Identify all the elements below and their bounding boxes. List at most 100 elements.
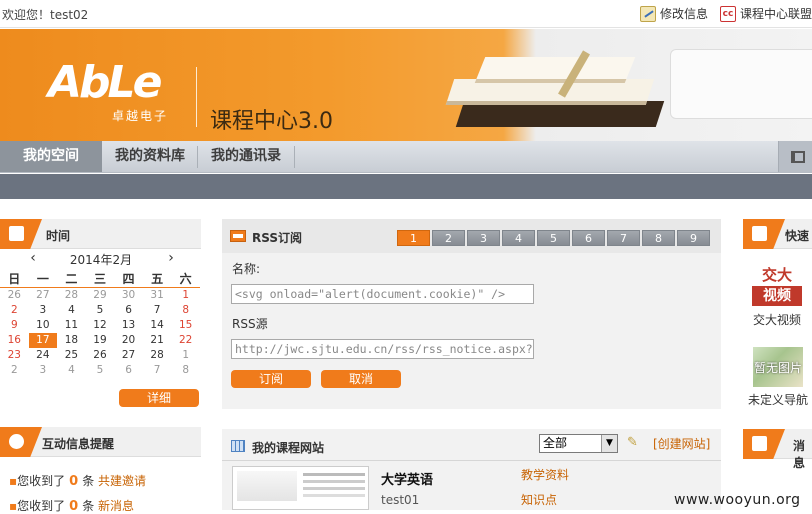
calendar-day[interactable]: 7 (143, 363, 172, 378)
interact-panel-title: 互动信息提醒 (42, 437, 115, 451)
site-filter-select[interactable]: 全部 ▼ (539, 434, 618, 453)
name-input[interactable]: <svg onload="alert(document.cookie)" /> (231, 284, 534, 304)
course-thumbnail[interactable] (232, 466, 369, 510)
sjtu-video-logo[interactable]: 交大 视频 (752, 266, 802, 306)
banner-divider (196, 67, 197, 127)
calendar-day[interactable]: 11 (57, 318, 86, 333)
calendar-day[interactable]: 26 (0, 288, 29, 303)
calendar-day[interactable]: 27 (114, 348, 143, 363)
grid-icon (231, 440, 245, 452)
rss-page-button[interactable]: 8 (642, 230, 675, 246)
calendar-day[interactable]: 30 (114, 288, 143, 303)
calendar-day[interactable]: 31 (143, 288, 172, 303)
calendar-day[interactable]: 13 (114, 318, 143, 333)
weekday-header: 日 (0, 270, 29, 288)
calendar-day[interactable]: 23 (0, 348, 29, 363)
rss-page-button[interactable]: 5 (537, 230, 570, 246)
tab-my-space[interactable]: 我的空间 (0, 141, 102, 172)
rss-page-button[interactable]: 3 (467, 230, 500, 246)
calendar-day[interactable]: 16 (0, 333, 29, 348)
calendar-day[interactable]: 21 (143, 333, 172, 348)
list-icon[interactable] (778, 141, 812, 172)
alliance-link[interactable]: 课程中心联盟 (740, 5, 812, 22)
rss-page-button[interactable]: 2 (432, 230, 465, 246)
source-input[interactable]: http://jwc.sjtu.edu.cn/rss/rss_notice.as… (231, 339, 534, 359)
calendar-day[interactable]: 1 (171, 288, 200, 303)
rss-page-button[interactable]: 7 (607, 230, 640, 246)
calendar-day[interactable]: 4 (57, 363, 86, 378)
rss-header: RSS订阅 123456789 (222, 219, 721, 253)
sjtu-video-link[interactable]: 交大视频 (753, 311, 801, 328)
weekday-header: 一 (28, 270, 58, 288)
magic-wand-icon: ✎ (627, 435, 638, 450)
rss-page-button[interactable]: 6 (572, 230, 605, 246)
calendar-day[interactable]: 2 (0, 303, 29, 318)
calendar-day[interactable]: 20 (114, 333, 143, 348)
cancel-button[interactable]: 取消 (321, 370, 401, 388)
calendar-icon (0, 219, 42, 249)
tab-my-contacts[interactable]: 我的通讯录 (199, 141, 293, 172)
calendar-day[interactable]: 18 (57, 333, 86, 348)
calendar-day[interactable]: 8 (171, 303, 200, 318)
rss-page-button[interactable]: 4 (502, 230, 535, 246)
invite-link[interactable]: 共建邀请 (98, 474, 146, 488)
subscribe-button[interactable]: 订阅 (231, 370, 311, 388)
no-image-placeholder[interactable]: 暂无图片 (753, 347, 803, 387)
undefined-nav-link[interactable]: 未定义导航 (748, 391, 808, 408)
laptop-illustration (670, 49, 812, 119)
calendar-day[interactable]: 29 (86, 288, 115, 303)
calendar-day[interactable]: 25 (57, 348, 86, 363)
create-site-link[interactable]: [创建网站] (653, 435, 710, 452)
shortcut-panel-title: 快速 (785, 229, 810, 243)
calendar-day[interactable]: 15 (171, 318, 200, 333)
calendar-day[interactable]: 14 (143, 318, 172, 333)
calendar-day[interactable]: 10 (29, 318, 58, 333)
calendar-day[interactable]: 17 (28, 332, 58, 348)
rss-page-button[interactable]: 1 (397, 230, 430, 246)
interact-panel-header: 互动信息提醒 (0, 427, 201, 457)
invite-notice: ▪您收到了 0 条 共建邀请 (9, 474, 147, 489)
calendar-day[interactable]: 28 (143, 348, 172, 363)
calendar-day[interactable]: 6 (114, 303, 143, 318)
prev-month-button[interactable]: ‹ (26, 250, 40, 266)
time-panel-header: 时间 (0, 219, 201, 249)
calendar-day[interactable]: 5 (86, 303, 115, 318)
calendar-day[interactable]: 9 (0, 318, 29, 333)
shortcut-panel-header: 快速 (743, 219, 812, 249)
message-link[interactable]: 新消息 (98, 499, 134, 513)
calendar-day[interactable]: 26 (86, 348, 115, 363)
calendar-day[interactable]: 27 (29, 288, 58, 303)
chevron-down-icon: ▼ (601, 435, 617, 452)
calendar-day[interactable]: 3 (29, 303, 58, 318)
rss-page-button[interactable]: 9 (677, 230, 710, 246)
message-count: 0 (69, 499, 79, 514)
edit-info-link[interactable]: 修改信息 (660, 5, 708, 22)
course-name[interactable]: 大学英语 (381, 469, 433, 488)
calendar-day[interactable]: 6 (114, 363, 143, 378)
calendar-day[interactable]: 2 (0, 363, 29, 378)
calendar-grid: 日一二三四五六 26 27 28 29 30 31 1 2 3 4 5 6 7 8 9 10 11 12 13 14 1… (0, 270, 200, 378)
my-sites-header: 我的课程网站 全部 ▼ ✎ [创建网站] (222, 429, 721, 461)
calendar-day[interactable]: 19 (86, 333, 115, 348)
course-materials-link[interactable]: 教学资料 (521, 466, 569, 483)
calendar-day[interactable]: 4 (57, 303, 86, 318)
calendar-day[interactable]: 3 (29, 363, 58, 378)
next-month-button[interactable]: › (164, 250, 178, 266)
top-links: 修改信息 cc 课程中心联盟 (639, 5, 812, 22)
weekday-header: 四 (114, 270, 143, 288)
weekday-header: 六 (171, 270, 200, 288)
calendar-day[interactable]: 12 (86, 318, 115, 333)
link-icon (743, 219, 785, 249)
tab-my-library[interactable]: 我的资料库 (104, 141, 196, 172)
calendar-day[interactable]: 24 (29, 348, 58, 363)
calendar-day[interactable]: 8 (171, 363, 200, 378)
calendar-day[interactable]: 7 (143, 303, 172, 318)
calendar-day[interactable]: 28 (57, 288, 86, 303)
time-panel-title: 时间 (46, 229, 71, 243)
calendar-day[interactable]: 1 (171, 348, 200, 363)
weekday-header: 三 (85, 270, 115, 288)
course-knowledge-link[interactable]: 知识点 (521, 491, 557, 508)
calendar-day[interactable]: 22 (171, 333, 200, 348)
calendar-day[interactable]: 5 (86, 363, 115, 378)
detail-button[interactable]: 详细 (119, 389, 199, 407)
